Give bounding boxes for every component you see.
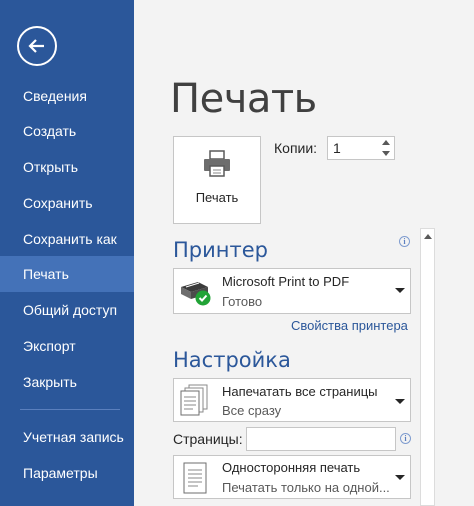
- page-title: Печать: [170, 76, 317, 122]
- copies-stepper[interactable]: 1: [327, 136, 395, 160]
- printer-name: Microsoft Print to PDF: [222, 274, 350, 289]
- sidebar-item-share[interactable]: Общий доступ: [0, 292, 134, 328]
- printer-ready-icon: [181, 282, 211, 306]
- sidebar-item-options[interactable]: Параметры: [0, 455, 134, 491]
- sides-dropdown[interactable]: Односторонняя печать Печатать только на …: [173, 455, 411, 499]
- sides-subtitle: Печатать только на одной...: [222, 480, 390, 495]
- print-panel: Печать Печать Копии: 1 Принтер i Microso…: [134, 0, 474, 506]
- sidebar-divider: [20, 409, 120, 410]
- sidebar-item-account[interactable]: Учетная запись: [0, 419, 134, 455]
- pages-input[interactable]: [246, 427, 396, 451]
- pages-label: Страницы:: [173, 431, 243, 447]
- print-range-subtitle: Все сразу: [222, 403, 282, 418]
- printer-info-icon[interactable]: i: [399, 236, 410, 247]
- printer-status: Готово: [222, 294, 263, 309]
- back-arrow-icon: [28, 39, 44, 53]
- printer-heading: Принтер: [173, 238, 268, 262]
- print-range-title: Напечатать все страницы: [222, 384, 378, 399]
- sidebar-item-save[interactable]: Сохранить: [0, 185, 134, 221]
- printer-properties-link[interactable]: Свойства принтера: [291, 318, 408, 333]
- printer-icon: [204, 150, 230, 177]
- all-pages-icon: [180, 384, 208, 416]
- scroll-up-icon[interactable]: [424, 234, 432, 239]
- sidebar-item-print[interactable]: Печать: [0, 256, 134, 292]
- settings-heading: Настройка: [173, 348, 291, 372]
- print-range-dropdown[interactable]: Напечатать все страницы Все сразу: [173, 378, 411, 422]
- sidebar-item-save-as[interactable]: Сохранить как: [0, 221, 134, 257]
- sidebar-item-open[interactable]: Открыть: [0, 149, 134, 185]
- chevron-down-icon: [395, 288, 405, 293]
- copies-increment-button[interactable]: [379, 137, 393, 148]
- copies-decrement-button[interactable]: [379, 148, 393, 159]
- back-button[interactable]: [17, 26, 57, 66]
- sidebar-item-info[interactable]: Сведения: [0, 78, 134, 114]
- copies-value: 1: [333, 140, 341, 156]
- one-sided-icon: [183, 462, 207, 494]
- chevron-down-icon: [395, 475, 405, 480]
- sidebar-item-export[interactable]: Экспорт: [0, 328, 134, 364]
- sidebar-item-new[interactable]: Создать: [0, 113, 134, 149]
- copies-label: Копии:: [274, 140, 318, 156]
- sidebar-item-close[interactable]: Закрыть: [0, 364, 134, 400]
- pages-info-icon[interactable]: i: [400, 433, 411, 444]
- print-button[interactable]: Печать: [173, 136, 261, 224]
- print-button-label: Печать: [195, 190, 239, 205]
- backstage-sidebar: Сведения Создать Открыть Сохранить Сохра…: [0, 0, 134, 506]
- sides-title: Односторонняя печать: [222, 460, 361, 475]
- chevron-down-icon: [395, 399, 405, 404]
- settings-scrollbar[interactable]: [420, 228, 435, 506]
- printer-dropdown[interactable]: Microsoft Print to PDF Готово: [173, 268, 411, 314]
